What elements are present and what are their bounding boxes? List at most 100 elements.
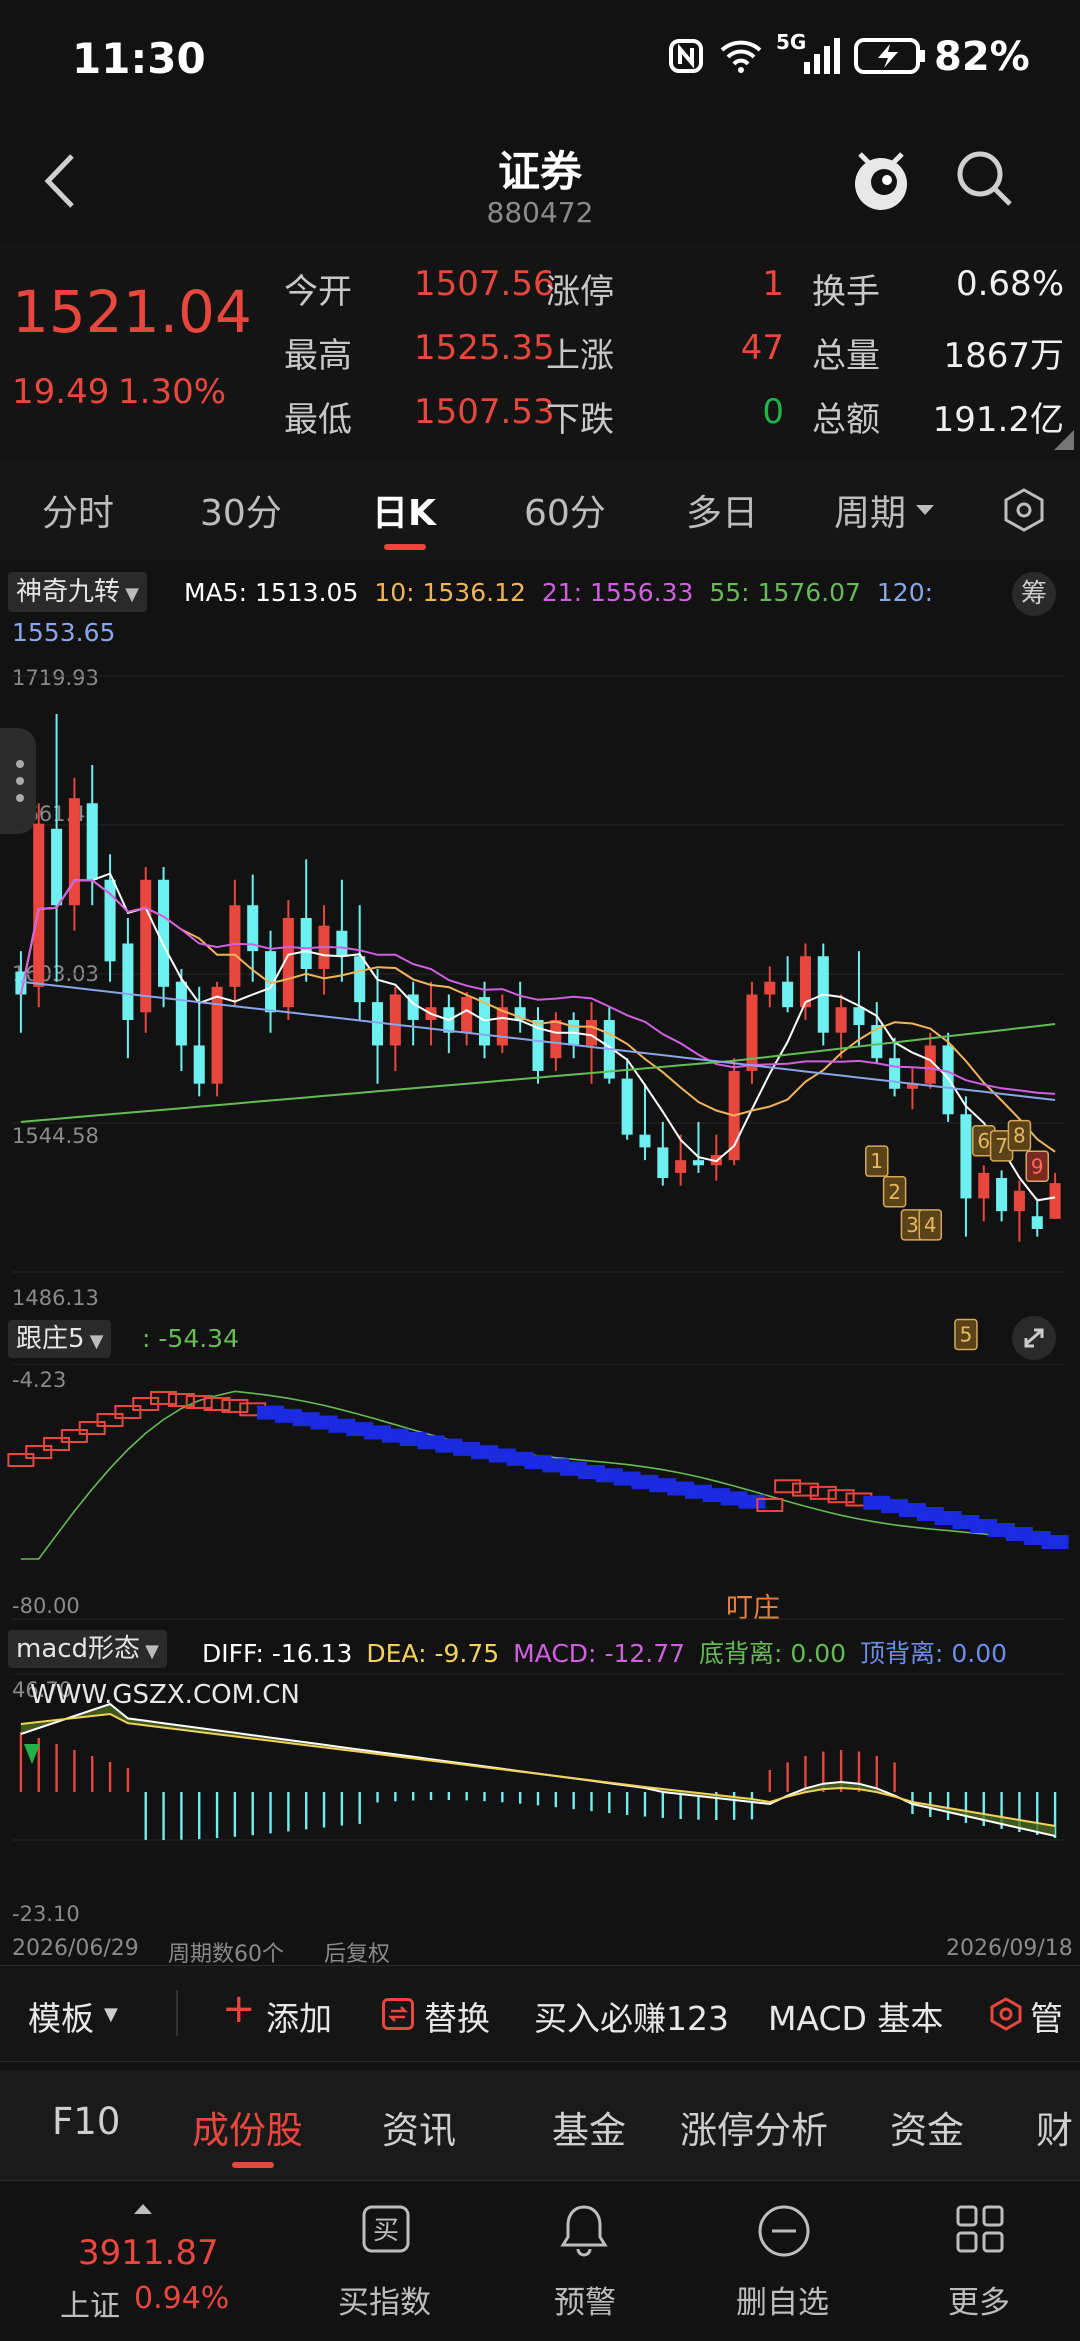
index-value[interactable]: 3911.87	[78, 2233, 219, 2273]
price-change: 19.49	[12, 372, 110, 412]
chevron-down-icon: ▼	[125, 584, 139, 605]
tab-period[interactable]: 周期	[834, 484, 906, 536]
ma55-label: 55:	[709, 578, 750, 607]
expand-icon[interactable]	[1012, 1316, 1056, 1360]
status-bar: 11:30 5G 82%	[0, 0, 1080, 120]
chart-area[interactable]: 神奇九转 ▼ MA5: 1513.05 10: 1536.12 21: 1556…	[0, 560, 1080, 1967]
candle-body	[585, 1019, 598, 1046]
chip-button[interactable]: 筹	[1012, 572, 1056, 616]
quote-value: 1	[762, 264, 784, 304]
quote-label: 换手	[812, 272, 880, 312]
caret-up-icon	[132, 2201, 154, 2215]
sub2-selector[interactable]: macd形态 ▼	[8, 1630, 167, 1668]
diff-label: DIFF:	[202, 1639, 264, 1668]
dealer-block	[60, 1429, 88, 1443]
indicator-selector[interactable]: 神奇九转 ▼	[8, 572, 147, 612]
nine-turn-number: 7	[995, 1134, 1008, 1158]
battery-icon	[854, 38, 926, 74]
nine-turn-number: 9	[1031, 1154, 1044, 1178]
candle-body	[86, 803, 98, 880]
promo-button[interactable]: 买入必赚123	[534, 1992, 729, 2040]
dealer-block	[738, 1494, 766, 1509]
tab-constituents[interactable]: 成份股	[192, 2100, 303, 2154]
candle-body	[211, 986, 223, 1084]
status-time: 11:30	[72, 34, 206, 83]
f10-tabs: F10 成份股 资讯 基金 涨停分析 资金 财	[0, 2070, 1080, 2180]
follow-dealer-chart[interactable]	[0, 1364, 1080, 1624]
replace-button[interactable]: 替换	[424, 1992, 490, 2040]
mascot-icon[interactable]	[846, 140, 916, 216]
diff-value: -16.13	[271, 1639, 353, 1668]
search-icon[interactable]	[952, 146, 1016, 210]
candle-body	[389, 994, 401, 1046]
bottom-nav: 3911.87 上证 0.94% 买 买指数 预警 删自选 更多	[0, 2180, 1080, 2341]
index-pct: 0.94%	[134, 2281, 230, 2316]
buy-index-icon: 买	[360, 2203, 412, 2255]
bottom-div-label: 底背离:	[698, 1639, 783, 1668]
candle-body	[193, 1045, 205, 1084]
candle-body	[675, 1160, 687, 1173]
tab-limit-up-analysis[interactable]: 涨停分析	[680, 2100, 828, 2154]
dealer-block	[43, 1437, 71, 1451]
svg-text:买: 买	[373, 2216, 399, 2246]
bell-icon	[558, 2203, 610, 2259]
dea-line	[20, 1712, 1056, 1827]
candle-body	[140, 879, 152, 1013]
quote-value: 0	[762, 392, 784, 432]
candle-body	[229, 905, 241, 987]
sub1-selector[interactable]: 跟庄5 ▼	[8, 1320, 112, 1358]
chevron-down-icon: ▼	[145, 1641, 159, 1662]
dealer-block	[78, 1421, 106, 1435]
expand-corner-icon[interactable]	[1054, 430, 1074, 450]
ma-legend: MA5: 1513.05 10: 1536.12 21: 1556.33 55:…	[184, 578, 933, 607]
candle-body	[657, 1147, 669, 1179]
tab-news[interactable]: 资讯	[382, 2100, 456, 2154]
candle-body	[336, 930, 348, 957]
macd-label: MACD:	[513, 1639, 597, 1668]
candle-body	[978, 1172, 990, 1199]
nav-alert[interactable]: 预警	[554, 2277, 616, 2322]
add-button[interactable]: 添加	[266, 1992, 332, 2040]
page-title: 证券	[497, 147, 582, 196]
candle-body	[461, 997, 473, 1033]
quote-label: 最低	[284, 400, 352, 440]
tab-finance[interactable]: 财	[1036, 2100, 1073, 2154]
signal-line	[20, 1390, 1056, 1560]
tab-60min[interactable]: 60分	[524, 484, 606, 536]
nav-buy-index[interactable]: 买指数	[338, 2277, 431, 2322]
ma21-label: 21:	[541, 578, 583, 607]
quote-label: 总额	[812, 400, 880, 440]
manage-button[interactable]: 管	[1030, 1992, 1063, 2040]
nine-turn-number: 1	[870, 1149, 883, 1173]
nav-more[interactable]: 更多	[948, 2277, 1010, 2322]
macd-chart[interactable]	[0, 1674, 1080, 1934]
active-tab-indicator	[232, 2162, 274, 2168]
candlestick-chart[interactable]: 123 4 5 6 7 89	[0, 660, 1080, 1420]
tab-capital[interactable]: 资金	[890, 2100, 964, 2154]
replace-icon	[382, 1998, 414, 2030]
dea-value: -9.75	[434, 1639, 500, 1668]
tab-f10[interactable]: F10	[52, 2100, 120, 2143]
tab-multi-day[interactable]: 多日	[686, 484, 758, 536]
ma5-value: 1513.05	[254, 578, 359, 607]
macd-basic-button[interactable]: MACD 基本	[768, 1992, 943, 2040]
candle-body	[692, 1160, 705, 1166]
nine-turn-number: 5	[960, 1323, 973, 1347]
nine-turn-number: 4	[924, 1213, 937, 1237]
nav-bar: 证券 880472	[0, 120, 1080, 244]
macd-value: -12.77	[604, 1639, 686, 1668]
tab-timeshare[interactable]: 分时	[42, 484, 114, 536]
tab-daily-k[interactable]: 日K	[372, 484, 436, 536]
candle-body	[996, 1178, 1008, 1212]
tab-funds[interactable]: 基金	[552, 2100, 626, 2154]
tab-30min[interactable]: 30分	[200, 484, 282, 536]
nav-remove-watchlist[interactable]: 删自选	[736, 2277, 829, 2322]
plus-icon: +	[222, 1986, 256, 2032]
index-name: 上证	[60, 2289, 120, 2324]
candle-body	[122, 943, 134, 1020]
settings-hex-icon[interactable]	[1000, 486, 1048, 534]
sub1-value-label: :	[142, 1324, 151, 1353]
candle-body	[1049, 1183, 1061, 1219]
candle-body	[51, 828, 63, 906]
template-button[interactable]: 模板	[28, 1992, 94, 2040]
